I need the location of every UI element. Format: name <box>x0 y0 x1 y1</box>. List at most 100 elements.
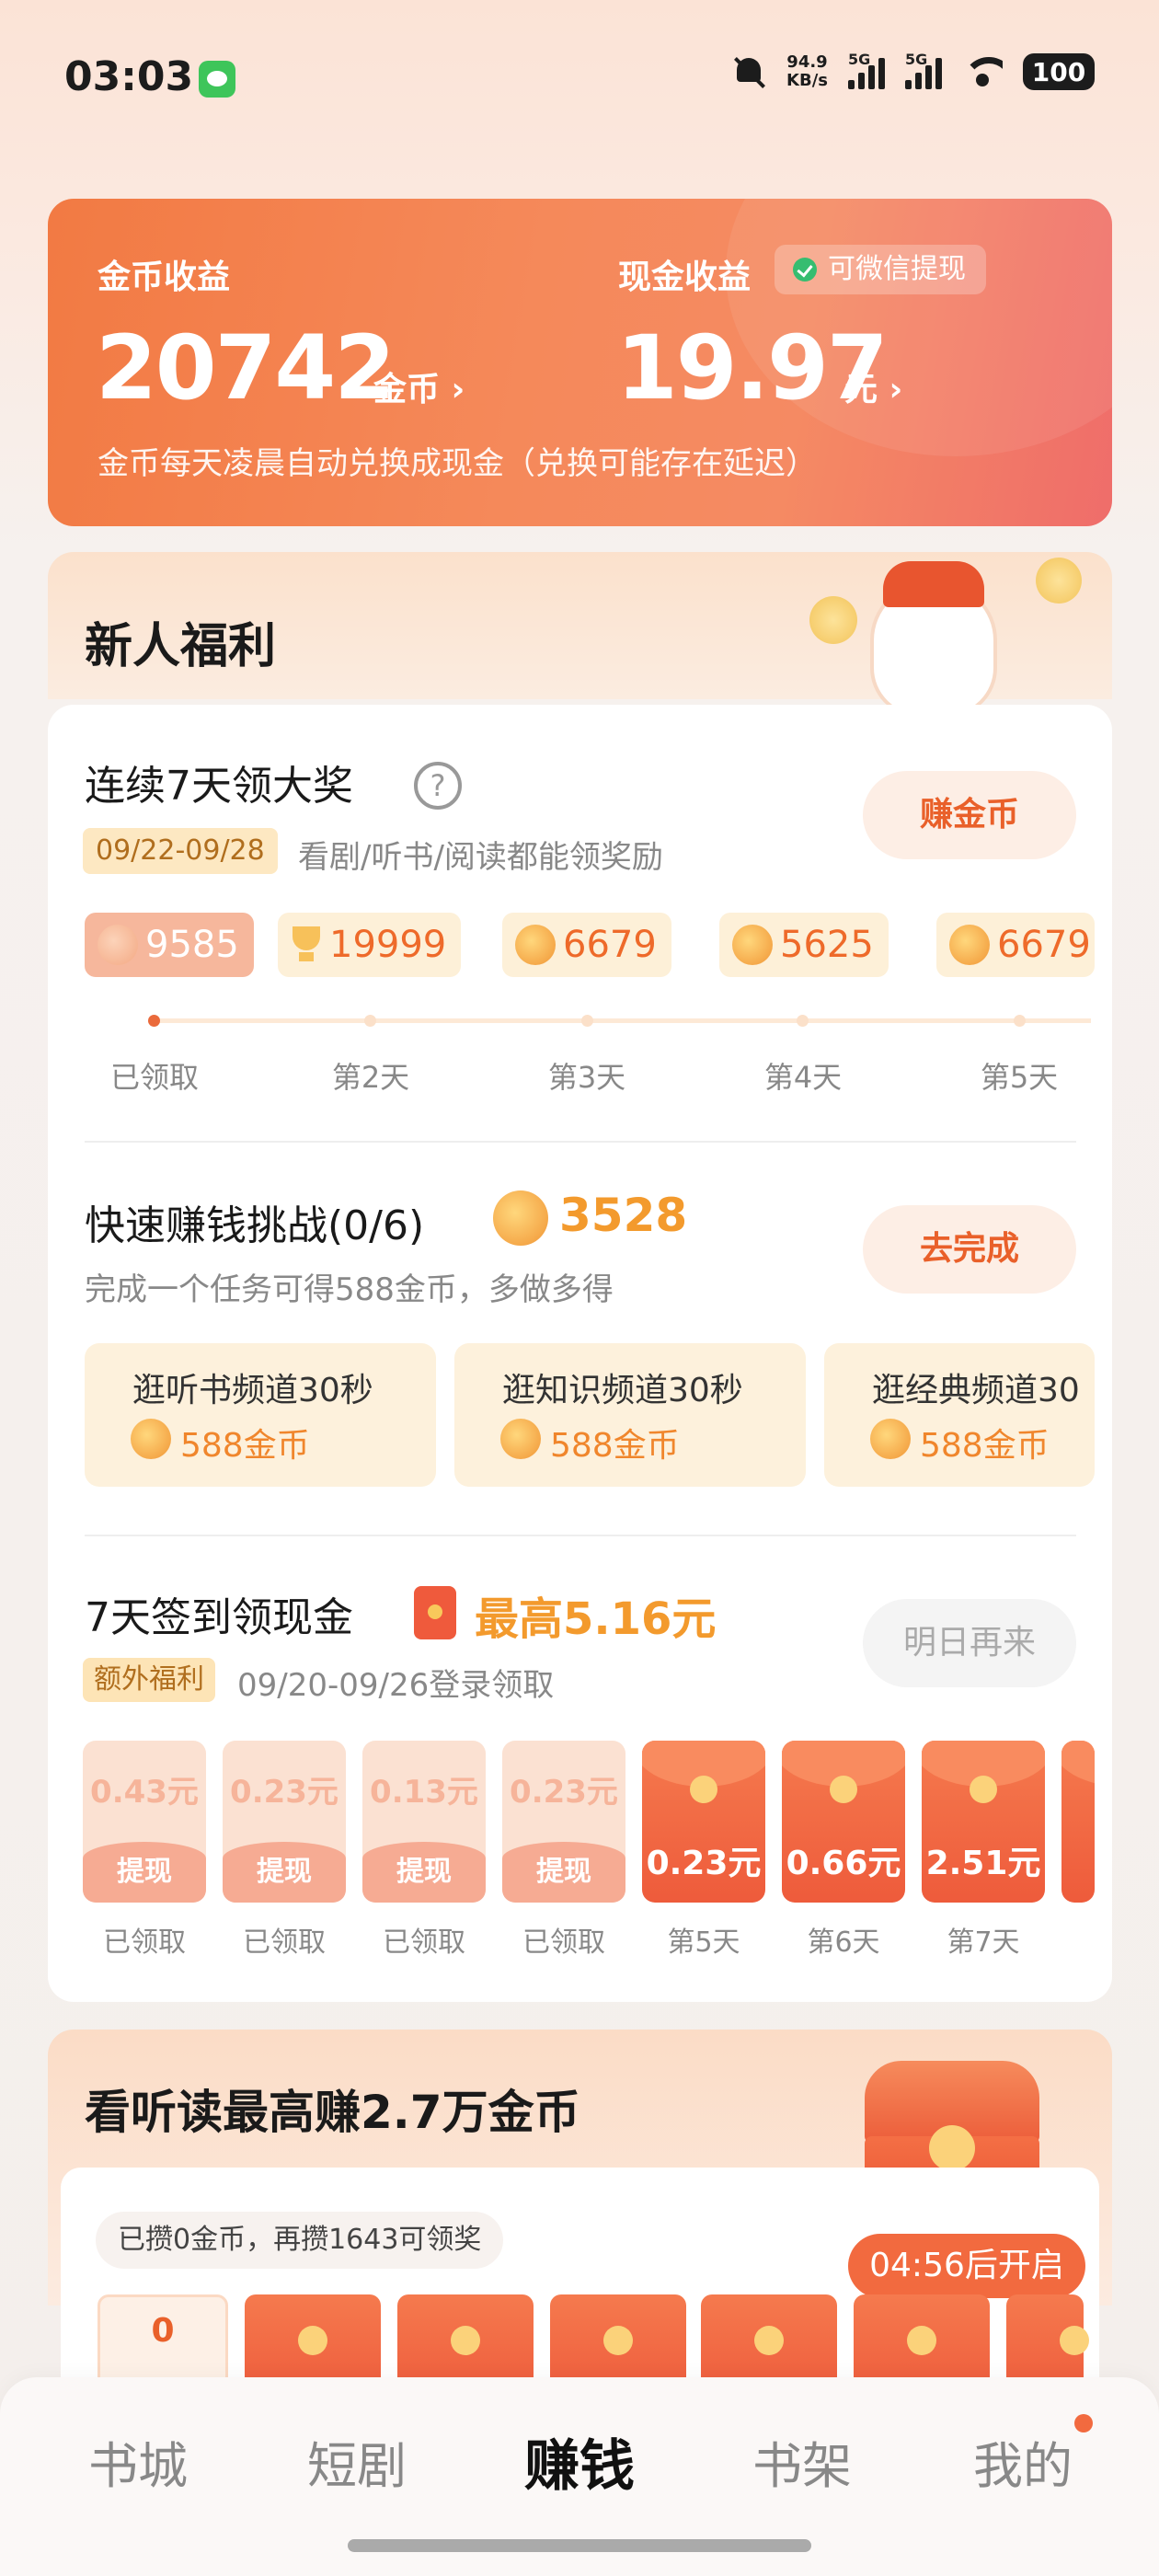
signin-title: 7天签到领现金 <box>85 1594 353 1641</box>
quick-challenge-title: 快速赚钱挑战(0/6) <box>85 1202 425 1249</box>
home-indicator[interactable] <box>348 2539 811 2552</box>
come-back-tomorrow-button[interactable]: 明日再来 <box>863 1599 1076 1687</box>
reading-reward-cell[interactable] <box>397 2294 534 2386</box>
streak-date-tag: 09/22-09/28 <box>83 828 278 874</box>
check-icon <box>793 258 817 282</box>
pending-red-packet[interactable]: 2.51元 <box>922 1741 1045 1903</box>
task-card[interactable]: 逛经典频道30 588金币 <box>824 1343 1095 1487</box>
streak-reward-value: 19999 <box>329 924 447 966</box>
packet-amount: 2.51元 <box>925 1845 1041 1882</box>
task-card[interactable]: 逛知识频道30秒 588金币 <box>454 1343 806 1487</box>
packet-day-label: 第7天 <box>947 1926 1020 1959</box>
streak-reward-1[interactable]: 9585 <box>85 913 254 977</box>
divider <box>85 1535 1076 1536</box>
pending-red-packet[interactable]: 0.66元 <box>782 1741 905 1903</box>
streak-timeline <box>153 1018 1091 1023</box>
coin-earnings-link[interactable]: 金币 › <box>373 362 465 410</box>
streak-reward-value: 6679 <box>563 924 657 966</box>
timeline-dot <box>581 1015 593 1027</box>
claimed-red-packet[interactable]: 0.13元 提现 <box>362 1741 486 1903</box>
claimed-red-packet[interactable]: 0.23元 提现 <box>502 1741 625 1903</box>
go-complete-button[interactable]: 去完成 <box>863 1205 1076 1294</box>
extra-welfare-tag: 额外福利 <box>83 1658 215 1702</box>
wifi-icon <box>962 55 1003 88</box>
tab-bookstore[interactable]: 书城 <box>64 2425 212 2498</box>
help-icon[interactable]: ? <box>414 762 462 810</box>
cash-earnings-value[interactable]: 19.97 <box>616 316 889 420</box>
packet-day-label: 已领取 <box>103 1926 186 1959</box>
packet-amount: 0.43元 <box>90 1774 199 1811</box>
red-packet-icon <box>414 1586 456 1639</box>
task-reward: 588金币 <box>180 1427 310 1465</box>
earn-coins-button[interactable]: 赚金币 <box>863 771 1076 859</box>
reading-reward-cell[interactable] <box>701 2294 837 2386</box>
streak-reward-3[interactable]: 6679 <box>502 913 671 977</box>
timeline-dot <box>797 1015 809 1027</box>
signal-icon: 5G <box>848 51 885 89</box>
coin-icon <box>515 925 556 965</box>
packet-seal-icon <box>690 1776 717 1803</box>
decor-coin <box>809 596 857 644</box>
mascot-hat <box>883 561 984 607</box>
withdraw-button[interactable]: 提现 <box>83 1842 206 1903</box>
withdraw-button[interactable]: 提现 <box>223 1842 346 1903</box>
task-reward: 588金币 <box>550 1427 680 1465</box>
streak-day-label: 第5天 <box>980 1060 1059 1095</box>
packet-amount: 0.13元 <box>370 1774 478 1811</box>
wechat-withdraw-badge[interactable]: 可微信提现 <box>775 245 986 294</box>
exchange-note: 金币每天凌晨自动兑换成现金（兑换可能存在延迟） <box>98 445 817 482</box>
streak-reward-4[interactable]: 5625 <box>719 913 889 977</box>
claimed-red-packet[interactable]: 0.23元 提现 <box>223 1741 346 1903</box>
streak-reward-value: 5625 <box>780 924 874 966</box>
packet-day-label: 第6天 <box>807 1926 880 1959</box>
cash-earnings-link[interactable]: 元 › <box>844 362 902 410</box>
coin-icon <box>500 1419 541 1459</box>
status-bar: 03:03 94.9 KB/s 5G 5G 100 <box>0 0 1159 156</box>
reading-progress-cell: 0 <box>98 2294 228 2386</box>
wechat-notification-icon <box>199 61 235 98</box>
timeline-dot <box>364 1015 376 1027</box>
coin-earnings-value[interactable]: 20742 <box>96 316 396 420</box>
withdraw-button[interactable]: 提现 <box>362 1842 486 1903</box>
streak-day-label: 已领取 <box>109 1060 199 1095</box>
reading-reward-cell[interactable] <box>550 2294 686 2386</box>
reading-reward-cell[interactable] <box>854 2294 990 2386</box>
tab-bookshelf[interactable]: 书架 <box>729 2425 876 2498</box>
tab-earn-money[interactable]: 赚钱 <box>506 2421 653 2501</box>
signin-desc: 09/20-09/26登录领取 <box>237 1667 555 1704</box>
reading-progress-value: 0 <box>151 2312 175 2350</box>
task-reward: 588金币 <box>920 1427 1050 1465</box>
pending-red-packet-partial[interactable] <box>1061 1741 1095 1903</box>
mascot-illustration <box>809 548 1085 723</box>
streak-reward-2[interactable]: 19999 <box>278 913 462 977</box>
reading-reward-cell[interactable] <box>1006 2294 1089 2386</box>
packet-amount: 0.23元 <box>646 1845 762 1882</box>
packet-day-label: 已领取 <box>522 1926 605 1959</box>
coin-icon <box>131 1419 171 1459</box>
reading-reward-cell[interactable] <box>245 2294 381 2386</box>
tab-profile[interactable]: 我的 <box>949 2425 1096 2498</box>
task-name: 逛知识频道30秒 <box>502 1372 743 1409</box>
coin-icon <box>98 925 138 965</box>
streak-day-label: 第2天 <box>331 1060 410 1095</box>
signal-icon-2: 5G <box>905 51 942 89</box>
streak-reward-value: 6679 <box>997 924 1091 966</box>
streak-day-label: 第3天 <box>547 1060 626 1095</box>
coin-icon <box>870 1419 911 1459</box>
signin-max-cash: 最高5.16元 <box>475 1593 717 1645</box>
quick-challenge-coins: 3528 <box>559 1189 688 1242</box>
claimed-red-packet[interactable]: 0.43元 提现 <box>83 1741 206 1903</box>
timeline-dot-active <box>148 1015 160 1027</box>
streak-reward-value: 9585 <box>145 924 239 966</box>
coin-icon <box>949 925 990 965</box>
withdraw-button[interactable]: 提现 <box>502 1842 625 1903</box>
tab-short-drama[interactable]: 短剧 <box>283 2425 430 2498</box>
trophy-icon <box>291 926 322 963</box>
pending-red-packet[interactable]: 0.23元 <box>642 1741 765 1903</box>
wechat-withdraw-label: 可微信提现 <box>828 253 966 285</box>
task-card[interactable]: 逛听书频道30秒 588金币 <box>85 1343 436 1487</box>
network-speed-unit: KB/s <box>786 71 828 90</box>
divider <box>85 1141 1076 1143</box>
streak-reward-5[interactable]: 6679 <box>936 913 1095 977</box>
earnings-card: 金币收益 20742 金币 › 现金收益 可微信提现 19.97 元 › 金币每… <box>48 199 1112 526</box>
